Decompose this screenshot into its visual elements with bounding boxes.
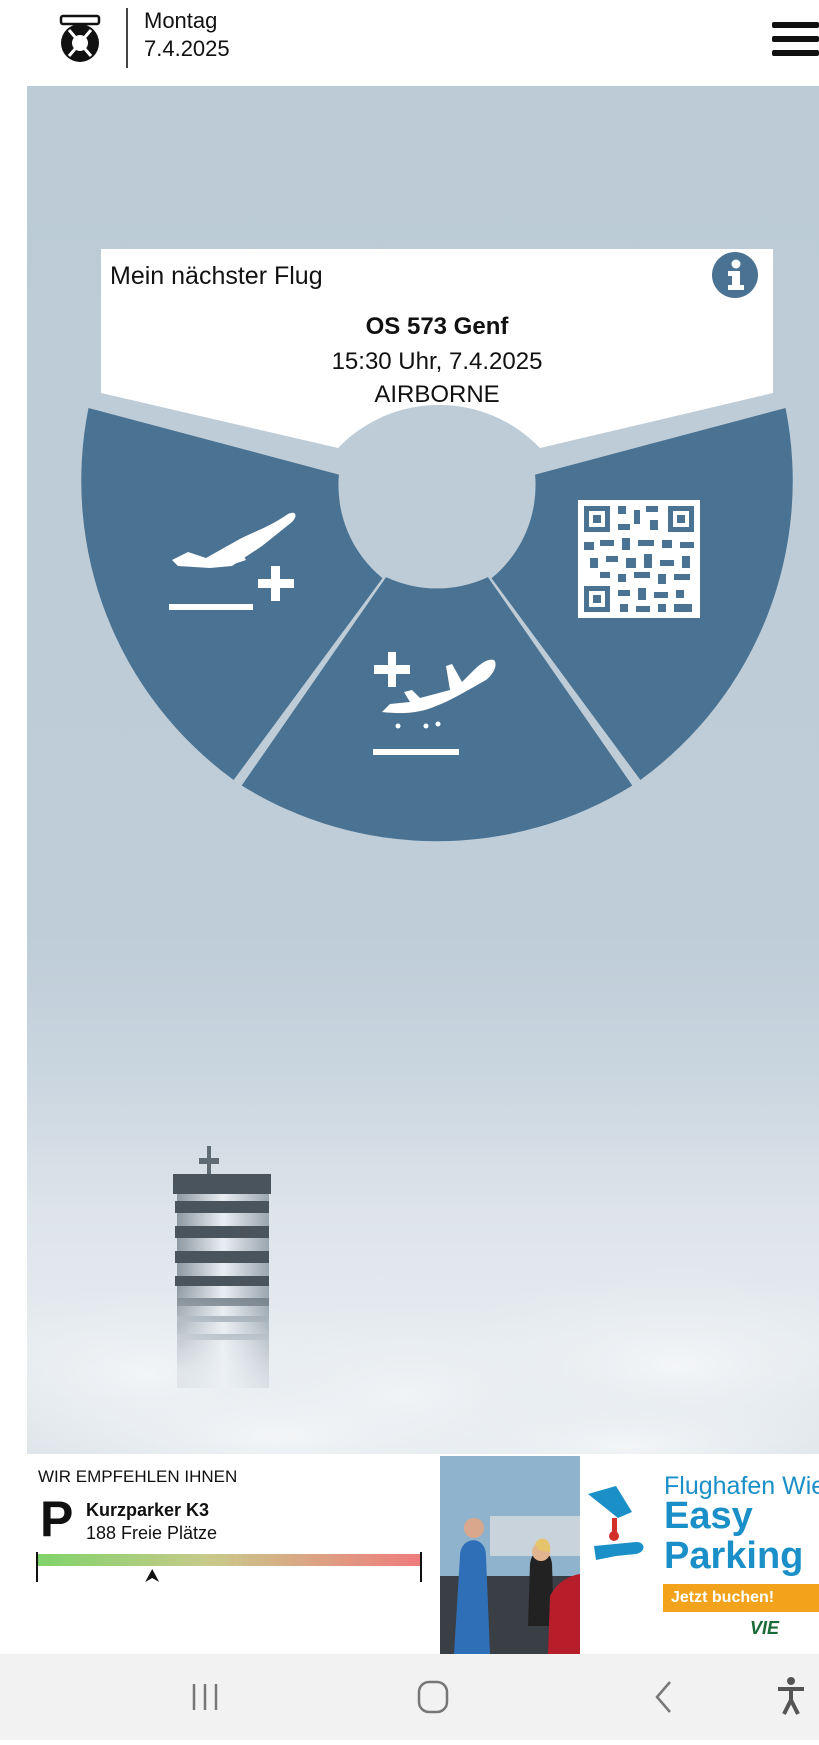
qr-code-icon xyxy=(578,500,700,618)
next-flight-title: Mein nächster Flug xyxy=(110,262,323,290)
parking-occupancy-gauge xyxy=(36,1552,422,1582)
flight-status: AIRBORNE xyxy=(374,381,500,408)
parking-name[interactable]: Kurzparker K3 xyxy=(86,1500,209,1521)
ad-line3: Parking xyxy=(664,1535,804,1577)
info-icon[interactable] xyxy=(711,251,759,299)
ad-line2: Easy xyxy=(664,1495,753,1537)
home-icon[interactable] xyxy=(417,1680,449,1714)
vie-logo: VIE xyxy=(750,1618,780,1638)
flight-time: 15:30 Uhr, 7.4.2025 xyxy=(331,348,543,375)
accessibility-icon[interactable] xyxy=(778,1677,804,1715)
back-icon[interactable] xyxy=(655,1681,671,1713)
parking-free-spaces: 188 Freie Plätze xyxy=(86,1523,218,1543)
recommendation-title: WIR EMPFEHLEN IHNEN xyxy=(38,1467,238,1486)
system-navigation-bar xyxy=(0,1654,819,1740)
flight-number: OS 573 Genf xyxy=(365,313,509,340)
occupancy-marker xyxy=(145,1569,160,1582)
ad-book-button[interactable]: Jetzt buchen! xyxy=(663,1584,819,1612)
parking-icon: P xyxy=(40,1491,74,1547)
recent-apps-icon[interactable] xyxy=(192,1684,218,1710)
